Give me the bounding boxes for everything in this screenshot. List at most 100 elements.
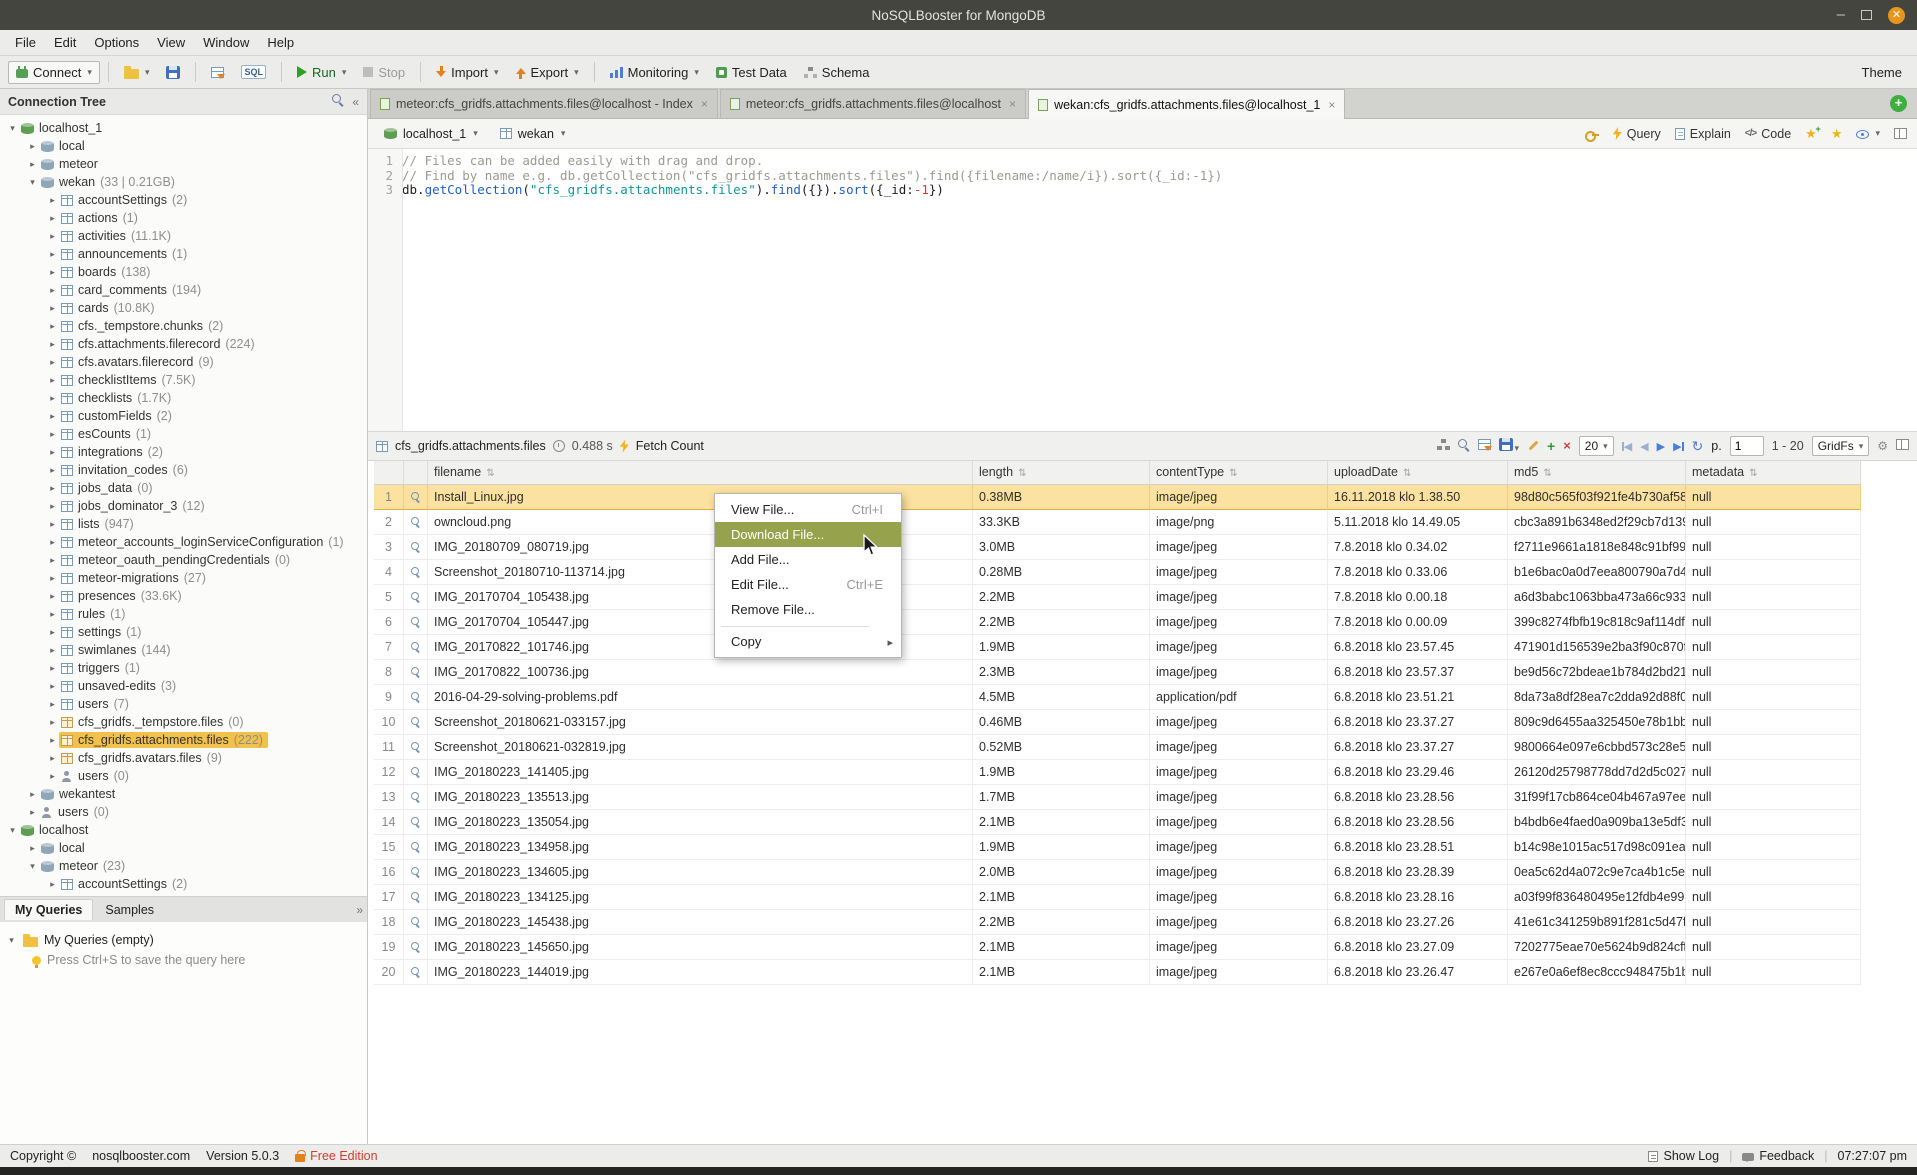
cell-metadata[interactable]: null — [1686, 685, 1861, 710]
cell-length[interactable]: 0.38MB — [973, 485, 1150, 510]
menu-item[interactable]: Help — [258, 30, 303, 55]
tree-item[interactable]: cards (10.8K) — [0, 299, 367, 317]
cell-uploadDate[interactable]: 6.8.2018 klo 23.27.09 — [1328, 935, 1508, 960]
tree-expand-arrow[interactable] — [6, 825, 19, 836]
tree-item[interactable]: checklists (1.7K) — [0, 389, 367, 407]
table-row[interactable]: 5 IMG_20170704_105438.jpg 2.2MB image/jp… — [374, 585, 1861, 610]
cell-md5[interactable]: 0ea5c62d4a072c9e7ca4b1c5eff — [1508, 860, 1686, 885]
cell-length[interactable]: 2.1MB — [973, 960, 1150, 985]
cell-contentType[interactable]: image/jpeg — [1150, 885, 1328, 910]
cell-uploadDate[interactable]: 6.8.2018 klo 23.57.37 — [1328, 660, 1508, 685]
sidebar-collapse-button[interactable]: « — [352, 95, 359, 109]
tab-samples[interactable]: Samples — [95, 900, 164, 920]
cell-uploadDate[interactable]: 6.8.2018 klo 23.37.27 — [1328, 735, 1508, 760]
cell-length[interactable]: 2.1MB — [973, 885, 1150, 910]
refresh-button[interactable]: ↻ — [1692, 439, 1704, 453]
tree-item[interactable]: presences (33.6K) — [0, 587, 367, 605]
row-preview-cell[interactable] — [404, 585, 428, 610]
edit-document-button[interactable] — [1527, 439, 1539, 454]
cell-contentType[interactable]: image/jpeg — [1150, 935, 1328, 960]
maximize-button[interactable] — [1861, 10, 1872, 20]
table-row[interactable]: 7 IMG_20170822_101746.jpg 1.9MB image/jp… — [374, 635, 1861, 660]
context-menu-item[interactable]: Copy — [715, 629, 901, 654]
cell-metadata[interactable]: null — [1686, 835, 1861, 860]
row-preview-cell[interactable] — [404, 535, 428, 560]
cell-uploadDate[interactable]: 7.8.2018 klo 0.00.18 — [1328, 585, 1508, 610]
import-button[interactable]: Import — [429, 62, 505, 83]
test-data-button[interactable]: Test Data — [709, 62, 794, 83]
row-preview-cell[interactable] — [404, 710, 428, 735]
cell-uploadDate[interactable]: 6.8.2018 klo 23.57.45 — [1328, 635, 1508, 660]
export-grid-button[interactable] — [204, 64, 231, 81]
menu-item[interactable]: Window — [194, 30, 258, 55]
tree-expand-arrow[interactable] — [46, 213, 59, 224]
explain-button[interactable]: Explain — [1675, 127, 1731, 141]
tree-item[interactable]: cfs_gridfs._tempstore.files (0) — [0, 713, 367, 731]
table-row[interactable]: 4 Screenshot_20180710-113714.jpg 0.28MB … — [374, 560, 1861, 585]
tree-item[interactable]: meteor (23) — [0, 857, 367, 875]
row-preview-cell[interactable] — [404, 485, 428, 510]
cell-contentType[interactable]: image/jpeg — [1150, 485, 1328, 510]
cell-filename[interactable]: IMG_20180223_141405.jpg — [428, 760, 973, 785]
cell-filename[interactable]: IMG_20170822_100736.jpg — [428, 660, 973, 685]
row-preview-cell[interactable] — [404, 835, 428, 860]
cell-metadata[interactable]: null — [1686, 560, 1861, 585]
cell-metadata[interactable]: null — [1686, 810, 1861, 835]
query-button[interactable]: Query — [1613, 127, 1661, 141]
cell-filename[interactable]: IMG_20180223_135513.jpg — [428, 785, 973, 810]
cell-length[interactable]: 2.0MB — [973, 860, 1150, 885]
queries-expand-arrow[interactable] — [6, 935, 17, 946]
query-editor[interactable]: 1 // Files can be added easily with drag… — [368, 149, 1917, 432]
tree-expand-arrow[interactable] — [46, 519, 59, 530]
row-preview-cell[interactable] — [404, 660, 428, 685]
auth-key-button[interactable] — [1585, 129, 1599, 139]
cell-filename[interactable]: 2016-04-29-solving-problems.pdf — [428, 685, 973, 710]
tree-expand-arrow[interactable] — [26, 159, 39, 170]
tree-expand-arrow[interactable] — [46, 591, 59, 602]
gear-icon[interactable]: ⚙ — [1877, 440, 1888, 452]
tree-item[interactable]: cfs_gridfs.attachments.files (222) — [0, 731, 367, 749]
cell-uploadDate[interactable]: 6.8.2018 klo 23.28.39 — [1328, 860, 1508, 885]
row-preview-cell[interactable] — [404, 685, 428, 710]
cell-metadata[interactable]: null — [1686, 585, 1861, 610]
cell-md5[interactable]: a6d3babc1063bba473a66c9331 — [1508, 585, 1686, 610]
tree-item[interactable]: users (0) — [0, 767, 367, 785]
cell-contentType[interactable]: image/jpeg — [1150, 910, 1328, 935]
row-preview-cell[interactable] — [404, 560, 428, 585]
cell-length[interactable]: 1.9MB — [973, 835, 1150, 860]
layout-button[interactable] — [1894, 128, 1907, 139]
menu-item[interactable]: View — [148, 30, 194, 55]
table-row[interactable]: 16 IMG_20180223_134605.jpg 2.0MB image/j… — [374, 860, 1861, 885]
cell-uploadDate[interactable]: 6.8.2018 klo 23.28.51 — [1328, 835, 1508, 860]
fetch-mode-label[interactable]: Fetch Count — [636, 439, 704, 453]
table-row[interactable]: 15 IMG_20180223_134958.jpg 1.9MB image/j… — [374, 835, 1861, 860]
cell-md5[interactable]: 8da73a8df28ea7c2dda92d88f0c — [1508, 685, 1686, 710]
run-button[interactable]: Run — [290, 62, 353, 83]
cell-contentType[interactable]: image/png — [1150, 510, 1328, 535]
tree-expand-arrow[interactable] — [6, 123, 19, 134]
cell-md5[interactable]: b1e6bac0a0d7eea800790a7d47 — [1508, 560, 1686, 585]
row-preview-cell[interactable] — [404, 935, 428, 960]
tree-expand-arrow[interactable] — [46, 483, 59, 494]
tree-item[interactable]: cfs.attachments.filerecord (224) — [0, 335, 367, 353]
cell-md5[interactable]: 31f99f17cb864ce04b467a97ee8 — [1508, 785, 1686, 810]
row-preview-cell[interactable] — [404, 785, 428, 810]
view-mode-select[interactable]: GridFs — [1812, 436, 1870, 456]
table-row[interactable]: 3 IMG_20180709_080719.jpg 3.0MB image/jp… — [374, 535, 1861, 560]
tree-item[interactable]: announcements (1) — [0, 245, 367, 263]
table-row[interactable]: 9 2016-04-29-solving-problems.pdf 4.5MB … — [374, 685, 1861, 710]
tree-expand-arrow[interactable] — [46, 717, 59, 728]
tree-expand-arrow[interactable] — [26, 807, 39, 818]
cell-md5[interactable]: 41e61c341259b891f281c5d47f0 — [1508, 910, 1686, 935]
tree-item[interactable]: unsaved-edits (3) — [0, 677, 367, 695]
table-row[interactable]: 1 Install_Linux.jpg 0.38MB image/jpeg 16… — [374, 485, 1861, 510]
tree-item[interactable]: jobs_dominator_3 (12) — [0, 497, 367, 515]
cell-uploadDate[interactable]: 6.8.2018 klo 23.29.46 — [1328, 760, 1508, 785]
cell-filename[interactable]: IMG_20180223_134125.jpg — [428, 885, 973, 910]
feedback-button[interactable]: Feedback — [1742, 1149, 1814, 1163]
cell-uploadDate[interactable]: 6.8.2018 klo 23.26.47 — [1328, 960, 1508, 985]
row-preview-cell[interactable] — [404, 635, 428, 660]
next-page-button[interactable]: ▶ — [1657, 440, 1665, 453]
row-preview-cell[interactable] — [404, 810, 428, 835]
tree-expand-arrow[interactable] — [46, 645, 59, 656]
